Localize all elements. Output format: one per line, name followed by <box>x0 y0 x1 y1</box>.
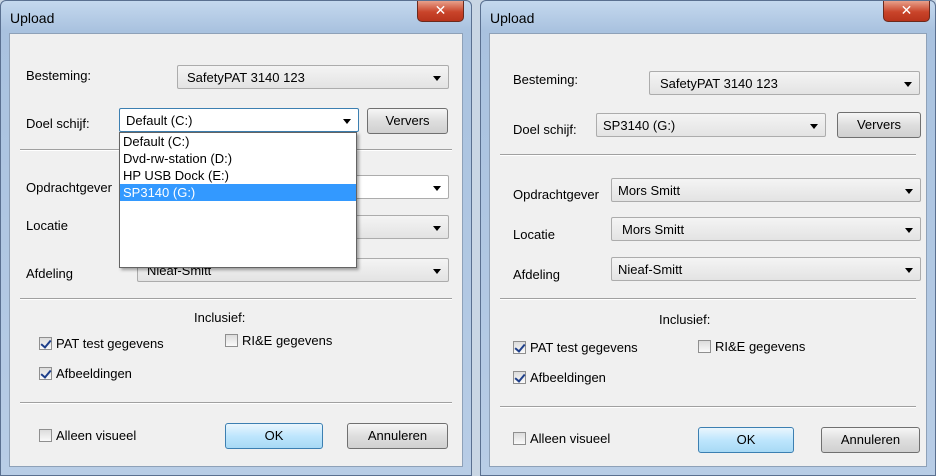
pat-test-checkbox[interactable]: PAT test gegevens <box>513 340 638 355</box>
locatie-value: Mors Smitt <box>622 222 685 237</box>
afdeling-label: Afdeling <box>513 267 560 282</box>
upload-dialog-right: Upload ✕ Besteming: SafetyPAT 3140 123 D… <box>480 0 936 476</box>
rie-label: RI&E gegevens <box>715 339 806 354</box>
afdeling-value: Nieaf-Smitt <box>618 262 683 277</box>
separator <box>500 298 916 300</box>
separator <box>500 154 916 156</box>
annuleren-button[interactable]: Annuleren <box>821 427 920 453</box>
locatie-label: Locatie <box>26 218 68 233</box>
doel-schijf-select[interactable]: SP3140 (G:) <box>596 113 826 137</box>
pat-test-label: PAT test gegevens <box>56 336 164 351</box>
bestemming-value: SafetyPAT 3140 123 <box>660 76 778 91</box>
rie-label: RI&E gegevens <box>242 333 333 348</box>
afbeeldingen-checkbox[interactable]: Afbeeldingen <box>513 370 606 385</box>
bestemming-label: Besteming: <box>513 72 579 87</box>
doel-schijf-dropdown-list: Default (C:) Dvd-rw-station (D:) HP USB … <box>119 132 357 268</box>
inclusief-label: Inclusief: <box>659 312 711 327</box>
checkbox-icon <box>39 429 52 442</box>
rie-checkbox[interactable]: RI&E gegevens <box>698 339 805 354</box>
dropdown-option[interactable]: SP3140 (G:) <box>120 184 356 201</box>
doel-schijf-label: Doel schijf: <box>26 116 90 131</box>
chevron-down-icon <box>433 186 441 191</box>
checkmark-icon <box>513 341 526 354</box>
ververs-button[interactable]: Ververs <box>367 108 448 134</box>
checkbox-icon <box>698 340 711 353</box>
dialog-title: Upload <box>490 10 535 26</box>
alleen-visueel-label: Alleen visueel <box>56 428 137 443</box>
alleen-visueel-checkbox[interactable]: Alleen visueel <box>39 428 136 443</box>
title-bar[interactable]: Upload ✕ <box>481 1 935 33</box>
rie-checkbox[interactable]: RI&E gegevens <box>225 333 332 348</box>
bestemming-select[interactable]: SafetyPAT 3140 123 <box>177 65 449 89</box>
opdrachtgever-label: Opdrachtgever <box>26 180 112 195</box>
chevron-down-icon <box>810 124 818 129</box>
afdeling-label: Afdeling <box>26 266 73 281</box>
pat-test-checkbox[interactable]: PAT test gegevens <box>39 336 164 351</box>
alleen-visueel-label: Alleen visueel <box>530 431 611 446</box>
chevron-down-icon <box>433 269 441 274</box>
opdrachtgever-select[interactable]: Mors Smitt <box>611 178 921 202</box>
chevron-down-icon <box>433 226 441 231</box>
close-icon: ✕ <box>434 3 447 19</box>
dialog-title: Upload <box>10 10 55 26</box>
bestemming-label: Besteming: <box>26 68 92 83</box>
opdrachtgever-value: Mors Smitt <box>618 183 681 198</box>
chevron-down-icon <box>343 119 351 124</box>
checkmark-icon <box>513 371 526 384</box>
bestemming-value: SafetyPAT 3140 123 <box>187 70 305 85</box>
inclusief-label: Inclusief: <box>194 310 246 325</box>
checkmark-icon <box>39 337 52 350</box>
afbeeldingen-label: Afbeeldingen <box>56 366 132 381</box>
dialog-body: Besteming: SafetyPAT 3140 123 Doel schij… <box>9 33 463 467</box>
ververs-button[interactable]: Ververs <box>837 112 921 138</box>
chevron-down-icon <box>905 228 913 233</box>
annuleren-button[interactable]: Annuleren <box>347 423 448 449</box>
checkbox-icon <box>225 334 238 347</box>
separator <box>500 406 916 408</box>
chevron-down-icon <box>904 82 912 87</box>
upload-dialog-left: Upload ✕ Besteming: SafetyPAT 3140 123 D… <box>0 0 472 476</box>
opdrachtgever-label: Opdrachtgever <box>513 187 599 202</box>
dropdown-option[interactable]: Dvd-rw-station (D:) <box>120 150 356 167</box>
doel-schijf-label: Doel schijf: <box>513 122 577 137</box>
doel-schijf-value: Default (C:) <box>126 113 193 128</box>
dialog-body: Besteming: SafetyPAT 3140 123 Doel schij… <box>489 33 927 467</box>
close-icon: ✕ <box>900 3 913 19</box>
close-button[interactable]: ✕ <box>883 1 930 22</box>
pat-test-label: PAT test gegevens <box>530 340 638 355</box>
separator <box>20 298 452 300</box>
chevron-down-icon <box>905 268 913 273</box>
afbeeldingen-checkbox[interactable]: Afbeeldingen <box>39 366 132 381</box>
ok-button[interactable]: OK <box>698 427 794 453</box>
dropdown-option[interactable]: HP USB Dock (E:) <box>120 167 356 184</box>
close-button[interactable]: ✕ <box>417 1 464 22</box>
chevron-down-icon <box>433 76 441 81</box>
title-bar[interactable]: Upload ✕ <box>1 1 471 33</box>
dropdown-option[interactable]: Default (C:) <box>120 133 356 150</box>
doel-schijf-select[interactable]: Default (C:) <box>119 108 359 132</box>
doel-schijf-value: SP3140 (G:) <box>603 118 676 133</box>
bestemming-select[interactable]: SafetyPAT 3140 123 <box>649 71 920 95</box>
locatie-select[interactable]: Mors Smitt <box>611 217 921 241</box>
afdeling-select[interactable]: Nieaf-Smitt <box>611 257 921 281</box>
checkbox-icon <box>513 432 526 445</box>
alleen-visueel-checkbox[interactable]: Alleen visueel <box>513 431 610 446</box>
locatie-label: Locatie <box>513 227 555 242</box>
ok-button[interactable]: OK <box>225 423 323 449</box>
afbeeldingen-label: Afbeeldingen <box>530 370 606 385</box>
checkmark-icon <box>39 367 52 380</box>
chevron-down-icon <box>905 189 913 194</box>
separator <box>20 402 452 404</box>
